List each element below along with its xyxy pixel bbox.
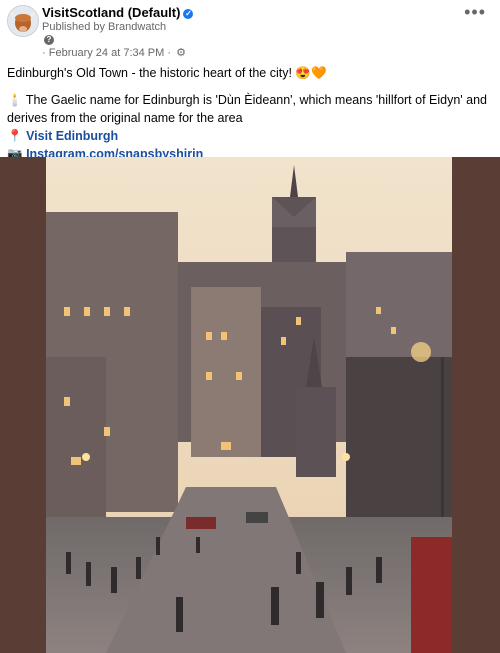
photo-frame: [0, 157, 500, 653]
page-avatar[interactable]: [7, 5, 39, 37]
link-line-1: 📍 Visit Edinburgh: [7, 127, 492, 145]
page-name-text[interactable]: VisitScotland (Default): [42, 5, 180, 20]
gaelic-text: The Gaelic name for Edinburgh is 'Dùn Èi…: [7, 93, 488, 125]
verified-badge-icon: ✓: [183, 9, 194, 19]
post-headline: Edinburgh's Old Town - the historic hear…: [7, 66, 327, 80]
candle-icon: 🕯️: [7, 93, 23, 107]
post-body: Edinburgh's Old Town - the historic hear…: [7, 64, 492, 163]
info-icon[interactable]: ?: [44, 35, 54, 45]
page-name[interactable]: VisitScotland (Default) ✓: [42, 5, 194, 20]
visit-edinburgh-link[interactable]: Visit Edinburgh: [26, 129, 118, 143]
post-photo[interactable]: [46, 157, 452, 653]
post-timestamp[interactable]: February 24 at 7:34 PM: [49, 47, 165, 59]
highland-cow-logo: [8, 6, 38, 36]
post-meta: · February 24 at 7:34 PM · ⚙: [42, 47, 186, 59]
post-gaelic-text: 🕯️ The Gaelic name for Edinburgh is 'Dùn…: [7, 91, 492, 127]
more-options-icon[interactable]: •••: [464, 2, 486, 23]
pin-icon: 📍: [7, 129, 23, 143]
gear-icon[interactable]: ⚙: [176, 47, 186, 59]
published-by: Published by Brandwatch: [42, 21, 167, 33]
post-header: VisitScotland (Default) ✓ Published by Br…: [0, 0, 500, 62]
